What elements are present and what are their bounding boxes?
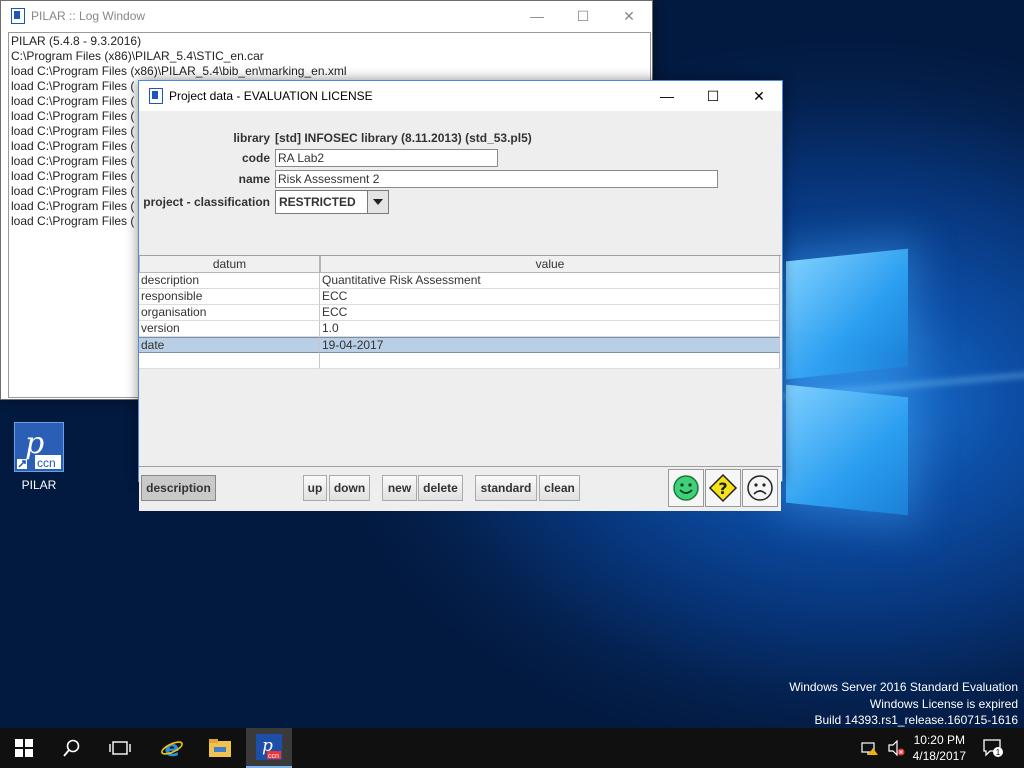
watermark-build: Build 14393.rs1_release.160715-1616 xyxy=(814,713,1019,727)
project-form: library [std] INFOSEC library (8.11.2013… xyxy=(139,111,782,511)
close-button[interactable]: ✕ xyxy=(606,1,652,31)
taskbar-pilar-app[interactable]: p ccn xyxy=(246,728,292,768)
task-view-button[interactable] xyxy=(96,728,144,768)
windows-logo-background xyxy=(780,248,910,516)
down-button[interactable]: down xyxy=(329,475,370,501)
start-button[interactable] xyxy=(0,728,48,768)
value-cell[interactable]: Quantitative Risk Assessment xyxy=(320,273,780,289)
task-view-icon xyxy=(109,741,131,755)
clock-date: 4/18/2017 xyxy=(912,749,966,763)
standard-button[interactable]: standard xyxy=(475,475,537,501)
code-label: code xyxy=(241,151,270,165)
notification-count: 1 xyxy=(996,748,1001,757)
datum-cell[interactable]: responsible xyxy=(139,289,320,305)
name-row: name Risk Assessment 2 xyxy=(139,170,718,188)
table-row-selected[interactable]: date 19-04-2017 xyxy=(139,337,781,353)
taskbar-file-explorer[interactable] xyxy=(196,728,244,768)
datum-cell[interactable]: version xyxy=(139,321,320,337)
clock-time: 10:20 PM xyxy=(913,733,965,747)
datum-cell[interactable] xyxy=(139,353,320,369)
clean-button[interactable]: clean xyxy=(539,475,580,501)
project-window-title: Project data - EVALUATION LICENSE xyxy=(169,89,373,103)
table-row[interactable]: version 1.0 xyxy=(139,321,781,337)
log-line: PILAR (5.4.8 - 9.3.2016) xyxy=(11,34,142,48)
desktop-icon-label: PILAR xyxy=(21,478,57,492)
file-explorer-icon xyxy=(209,739,231,757)
log-window-titlebar[interactable]: PILAR :: Log Window — ☐ ✕ xyxy=(1,1,652,31)
value-cell[interactable] xyxy=(320,353,780,369)
pilar-app-icon: p ccn xyxy=(256,734,282,760)
svg-text:?: ? xyxy=(718,479,727,498)
search-button[interactable] xyxy=(48,728,96,768)
watermark-license: Windows License is expired xyxy=(869,697,1018,711)
delete-button[interactable]: delete xyxy=(418,475,463,501)
svg-text:ccn: ccn xyxy=(268,753,279,760)
project-data-table: datum value description Quantitative Ris… xyxy=(139,255,781,467)
project-window-titlebar[interactable]: Project data - EVALUATION LICENSE — ☐ ✕ xyxy=(139,81,782,111)
new-button[interactable]: new xyxy=(382,475,417,501)
classification-row: project - classification RESTRICTED xyxy=(139,190,389,214)
pilar-ccn-icon: p ccn xyxy=(14,422,64,472)
frown-icon xyxy=(747,475,773,501)
value-cell[interactable]: 19-04-2017 xyxy=(320,337,780,353)
table-row[interactable]: description Quantitative Risk Assessment xyxy=(139,273,781,289)
help-question-icon: ? xyxy=(708,473,738,503)
log-line: load C:\Program Files (x86)\PILAR_5.4\bi… xyxy=(11,64,347,78)
value-cell[interactable]: ECC xyxy=(320,289,780,305)
library-value: [std] INFOSEC library (8.11.2013) (std_5… xyxy=(275,131,532,145)
smiley-icon xyxy=(673,475,699,501)
close-button[interactable]: ✕ xyxy=(736,81,782,111)
table-row[interactable]: responsible ECC xyxy=(139,289,781,305)
library-row: library [std] INFOSEC library (8.11.2013… xyxy=(139,131,532,145)
table-row-empty[interactable] xyxy=(139,353,781,369)
classification-selected-value: RESTRICTED xyxy=(276,191,368,213)
name-field[interactable]: Risk Assessment 2 xyxy=(275,170,718,188)
log-window-title: PILAR :: Log Window xyxy=(31,9,146,23)
value-cell[interactable]: ECC xyxy=(320,305,780,321)
start-icon xyxy=(15,739,33,757)
classification-label: project - classification xyxy=(143,195,270,209)
table-header: datum value xyxy=(139,256,781,273)
library-label: library xyxy=(233,131,270,145)
svg-text:e: e xyxy=(165,737,180,760)
code-row: code RA Lab2 xyxy=(139,149,498,167)
taskbar: e p ccn 10:20 PM 4/18/2017 1 xyxy=(0,728,1024,768)
datum-cell[interactable]: organisation xyxy=(139,305,320,321)
watermark-edition: Windows Server 2016 Standard Evaluation xyxy=(789,680,1018,694)
taskbar-clock[interactable]: 10:20 PM 4/18/2017 xyxy=(913,732,966,764)
code-field[interactable]: RA Lab2 xyxy=(275,149,498,167)
network-icon[interactable] xyxy=(858,728,882,768)
app-icon xyxy=(149,88,163,104)
maximize-button[interactable]: ☐ xyxy=(690,81,736,111)
action-center-button[interactable]: 1 xyxy=(978,728,1008,768)
column-header-value[interactable]: value xyxy=(320,256,780,273)
taskbar-internet-explorer[interactable]: e xyxy=(148,728,196,768)
minimize-button[interactable]: — xyxy=(644,81,690,111)
project-data-window[interactable]: Project data - EVALUATION LICENSE — ☐ ✕ … xyxy=(138,80,783,511)
notification-icon: 1 xyxy=(983,739,1003,757)
internet-explorer-icon: e xyxy=(161,737,183,760)
button-bar: description up down new delete standard … xyxy=(139,467,781,511)
search-icon xyxy=(63,739,80,757)
app-icon xyxy=(11,8,25,24)
maximize-button[interactable]: ☐ xyxy=(560,1,606,31)
column-header-datum[interactable]: datum xyxy=(139,256,320,273)
datum-cell[interactable]: description xyxy=(139,273,320,289)
up-button[interactable]: up xyxy=(303,475,327,501)
table-row[interactable]: organisation ECC xyxy=(139,305,781,321)
desktop-icon-pilar[interactable]: p ccn PILAR xyxy=(12,422,66,492)
chevron-down-icon[interactable] xyxy=(368,191,388,213)
name-label: name xyxy=(238,172,270,186)
help-button[interactable]: ? xyxy=(705,469,741,507)
volume-muted-icon[interactable] xyxy=(884,728,908,768)
minimize-button[interactable]: — xyxy=(514,1,560,31)
svg-text:ccn: ccn xyxy=(37,456,56,470)
happy-face-ok-button[interactable] xyxy=(668,469,704,507)
sad-face-cancel-button[interactable] xyxy=(742,469,778,507)
log-line: C:\Program Files (x86)\PILAR_5.4\STIC_en… xyxy=(11,49,264,63)
value-cell[interactable]: 1.0 xyxy=(320,321,780,337)
description-button[interactable]: description xyxy=(141,475,216,501)
datum-cell[interactable]: date xyxy=(139,337,320,353)
classification-dropdown[interactable]: RESTRICTED xyxy=(275,190,389,214)
